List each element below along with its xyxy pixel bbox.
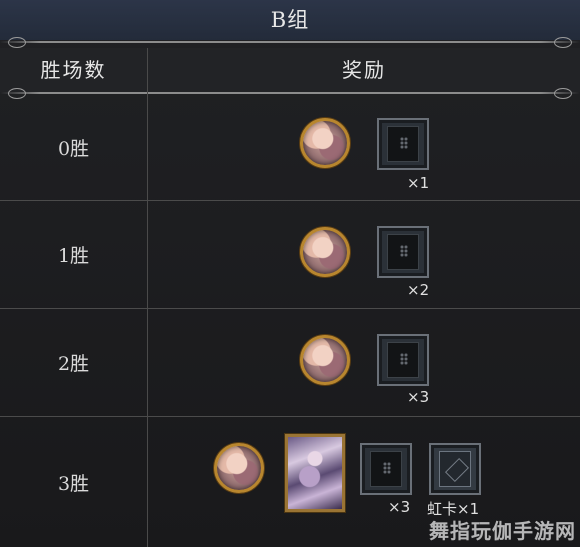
table-row: 0胜 ×1	[0, 94, 580, 200]
card-pack-icon	[377, 334, 429, 386]
wins-label: 2胜	[57, 353, 90, 375]
header-rewards: 奖励	[342, 58, 386, 82]
card-pack-icon	[377, 118, 429, 170]
card-pack-icon	[377, 226, 429, 278]
rainbow-card-box	[429, 443, 481, 495]
group-title: B组	[0, 0, 580, 40]
rainbow-card-icon	[439, 451, 471, 487]
header-wins: 胜场数	[40, 58, 107, 82]
table-row: 2胜 ×3	[0, 308, 580, 416]
character-portrait-icon	[300, 227, 350, 277]
card-quantity: ×3	[388, 498, 411, 516]
card-back-icon	[387, 234, 419, 270]
watermark-text: 舞指玩伽手游网	[429, 519, 576, 543]
character-portrait-icon	[300, 118, 350, 168]
wins-label: 1胜	[57, 245, 90, 267]
card-pack-icon	[360, 443, 412, 495]
title-divider	[0, 37, 580, 48]
card-back-icon	[387, 342, 419, 378]
card-back-icon	[370, 451, 402, 487]
wins-label: 0胜	[57, 137, 90, 160]
character-card-art	[285, 434, 345, 512]
character-portrait-icon	[300, 335, 350, 385]
card-quantity: ×2	[407, 281, 430, 299]
table-row: 1胜 ×2	[0, 200, 580, 308]
card-quantity: ×1	[407, 174, 430, 192]
character-portrait-icon	[214, 443, 264, 493]
card-back-icon	[387, 126, 419, 162]
rewards-panel: B组 胜场数 奖励 0胜 ×1 1胜 ×2 2胜 ×3 3胜 ×3 虹卡×1 舞…	[0, 0, 580, 547]
wins-label: 3胜	[57, 472, 90, 495]
table-header: 胜场数 奖励	[0, 48, 580, 92]
card-quantity: ×3	[407, 388, 430, 406]
